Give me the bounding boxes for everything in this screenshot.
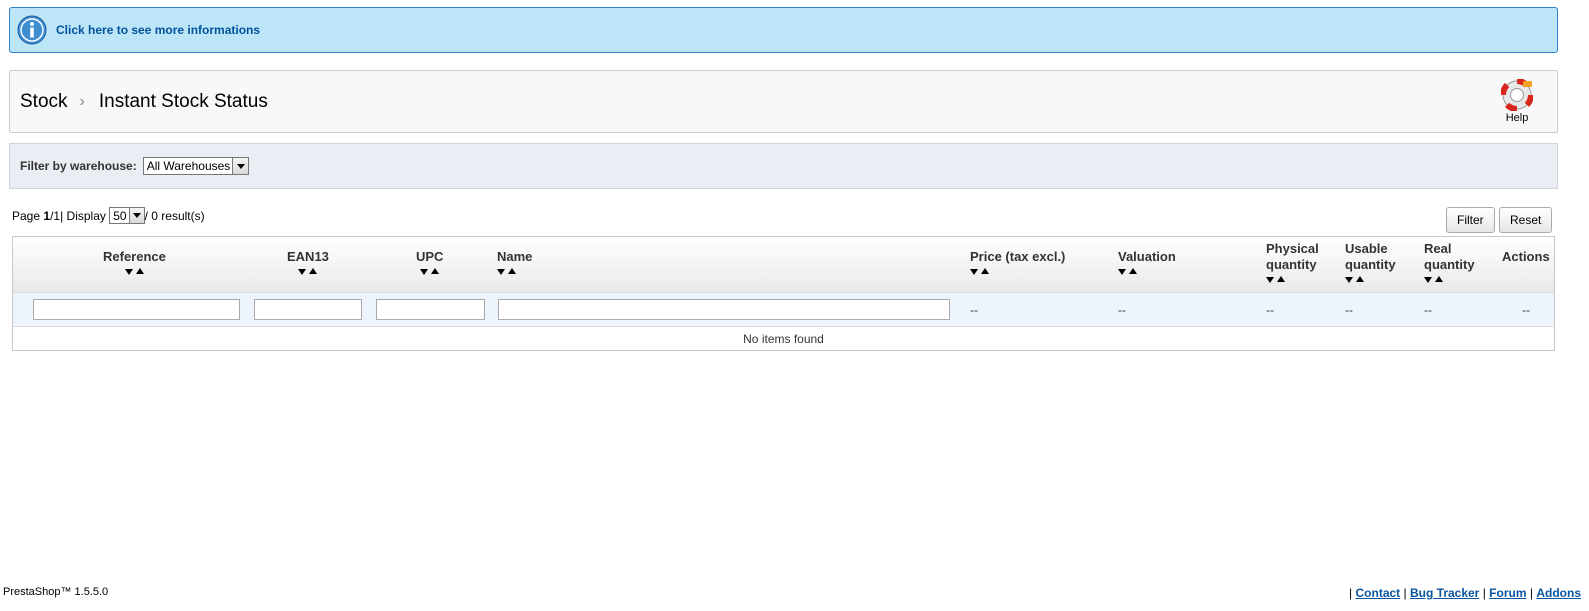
breadcrumb-parent: Stock bbox=[20, 91, 68, 112]
per-page-value: 50 bbox=[113, 208, 127, 223]
column-name: Name bbox=[497, 249, 532, 275]
real-filter-placeholder: -- bbox=[1424, 303, 1432, 317]
more-info-link[interactable]: Click here to see more informations bbox=[56, 23, 260, 37]
current-page: 1 bbox=[43, 208, 51, 223]
chevron-right-icon: › bbox=[79, 93, 85, 110]
usable-filter-placeholder: -- bbox=[1345, 303, 1353, 317]
sort-desc-icon[interactable] bbox=[1266, 277, 1274, 283]
column-physical-quantity: Physical quantity bbox=[1266, 241, 1319, 283]
upc-filter-input[interactable] bbox=[376, 299, 485, 320]
per-page-select[interactable]: 50 bbox=[109, 207, 145, 224]
info-circle-icon bbox=[17, 15, 47, 45]
sort-desc-icon[interactable] bbox=[1118, 269, 1126, 275]
result-count: / 0 result(s) bbox=[144, 208, 205, 223]
contact-link[interactable]: Contact bbox=[1356, 586, 1401, 600]
sort-desc-icon[interactable] bbox=[298, 269, 307, 275]
sort-asc-icon[interactable] bbox=[1356, 276, 1364, 282]
column-real-quantity: Real quantity bbox=[1424, 241, 1475, 283]
sort-desc-icon[interactable] bbox=[420, 269, 429, 275]
page-word: Page bbox=[12, 208, 41, 223]
sort-asc-icon[interactable] bbox=[1129, 268, 1137, 274]
column-upc: UPC bbox=[416, 249, 443, 275]
sort-desc-icon[interactable] bbox=[1345, 277, 1353, 283]
warehouse-select[interactable]: All Warehouses bbox=[142, 157, 250, 175]
bug-tracker-link[interactable]: Bug Tracker bbox=[1410, 586, 1479, 600]
info-bar: Click here to see more informations bbox=[9, 7, 1558, 53]
filter-button[interactable]: Filter bbox=[1446, 207, 1495, 233]
empty-message: No items found bbox=[13, 328, 1554, 350]
lifebuoy-icon bbox=[1501, 79, 1533, 111]
column-price: Price (tax excl.) bbox=[970, 249, 1065, 275]
page-title: Instant Stock Status bbox=[98, 91, 268, 112]
sort-asc-icon[interactable] bbox=[981, 268, 989, 274]
valuation-filter-placeholder: -- bbox=[1118, 303, 1126, 317]
help-button[interactable]: Help bbox=[1495, 79, 1539, 127]
column-valuation: Valuation bbox=[1118, 249, 1176, 275]
sort-asc-icon[interactable] bbox=[309, 268, 318, 274]
ean13-filter-input[interactable] bbox=[254, 299, 362, 320]
sort-asc-icon[interactable] bbox=[1277, 276, 1285, 282]
column-usable-quantity: Usable quantity bbox=[1345, 241, 1396, 283]
column-ean13: EAN13 bbox=[287, 249, 329, 275]
sort-asc-icon[interactable] bbox=[508, 268, 516, 274]
chevron-down-icon bbox=[128, 208, 144, 223]
physical-filter-placeholder: -- bbox=[1266, 303, 1274, 317]
sort-desc-icon[interactable] bbox=[970, 269, 978, 275]
addons-link[interactable]: Addons bbox=[1536, 586, 1581, 600]
stock-table: Reference EAN13 UPC Name Price (tax excl… bbox=[12, 236, 1555, 351]
table-header: Reference EAN13 UPC Name Price (tax excl… bbox=[13, 237, 1554, 293]
pagination: Page 1 / 1 | Display 50 / 0 result(s) bbox=[12, 207, 205, 224]
name-filter-input[interactable] bbox=[498, 299, 950, 320]
footer-version: PrestaShop™ 1.5.5.0 bbox=[3, 586, 109, 598]
sort-asc-icon[interactable] bbox=[431, 268, 440, 274]
column-actions: Actions bbox=[1502, 249, 1550, 264]
page-title-toolbar: Stock › Instant Stock Status Help bbox=[9, 70, 1558, 133]
warehouse-filter-label: Filter by warehouse: bbox=[20, 159, 137, 173]
sort-desc-icon[interactable] bbox=[497, 269, 505, 275]
sort-asc-icon[interactable] bbox=[1435, 276, 1443, 282]
footer-links: | Contact | Bug Tracker | Forum | Addons bbox=[1349, 586, 1581, 600]
price-filter-placeholder: -- bbox=[970, 303, 978, 317]
breadcrumb: Stock › Instant Stock Status bbox=[20, 91, 268, 113]
sort-asc-icon[interactable] bbox=[135, 268, 144, 274]
total-pages: 1 bbox=[53, 208, 61, 223]
chevron-down-icon bbox=[232, 158, 249, 174]
reset-button[interactable]: Reset bbox=[1499, 207, 1553, 233]
warehouse-select-value: All Warehouses bbox=[146, 159, 231, 173]
warehouse-filter-bar: Filter by warehouse: All Warehouses bbox=[9, 143, 1558, 189]
forum-link[interactable]: Forum bbox=[1489, 586, 1526, 600]
reference-filter-input[interactable] bbox=[33, 299, 240, 320]
display-word: | Display bbox=[60, 208, 106, 223]
actions-filter-placeholder: -- bbox=[1522, 303, 1530, 317]
help-label: Help bbox=[1505, 112, 1529, 124]
column-reference: Reference bbox=[103, 249, 166, 275]
sort-desc-icon[interactable] bbox=[1424, 277, 1432, 283]
sort-desc-icon[interactable] bbox=[124, 269, 133, 275]
filter-row: -- -- -- -- -- -- bbox=[13, 293, 1554, 327]
